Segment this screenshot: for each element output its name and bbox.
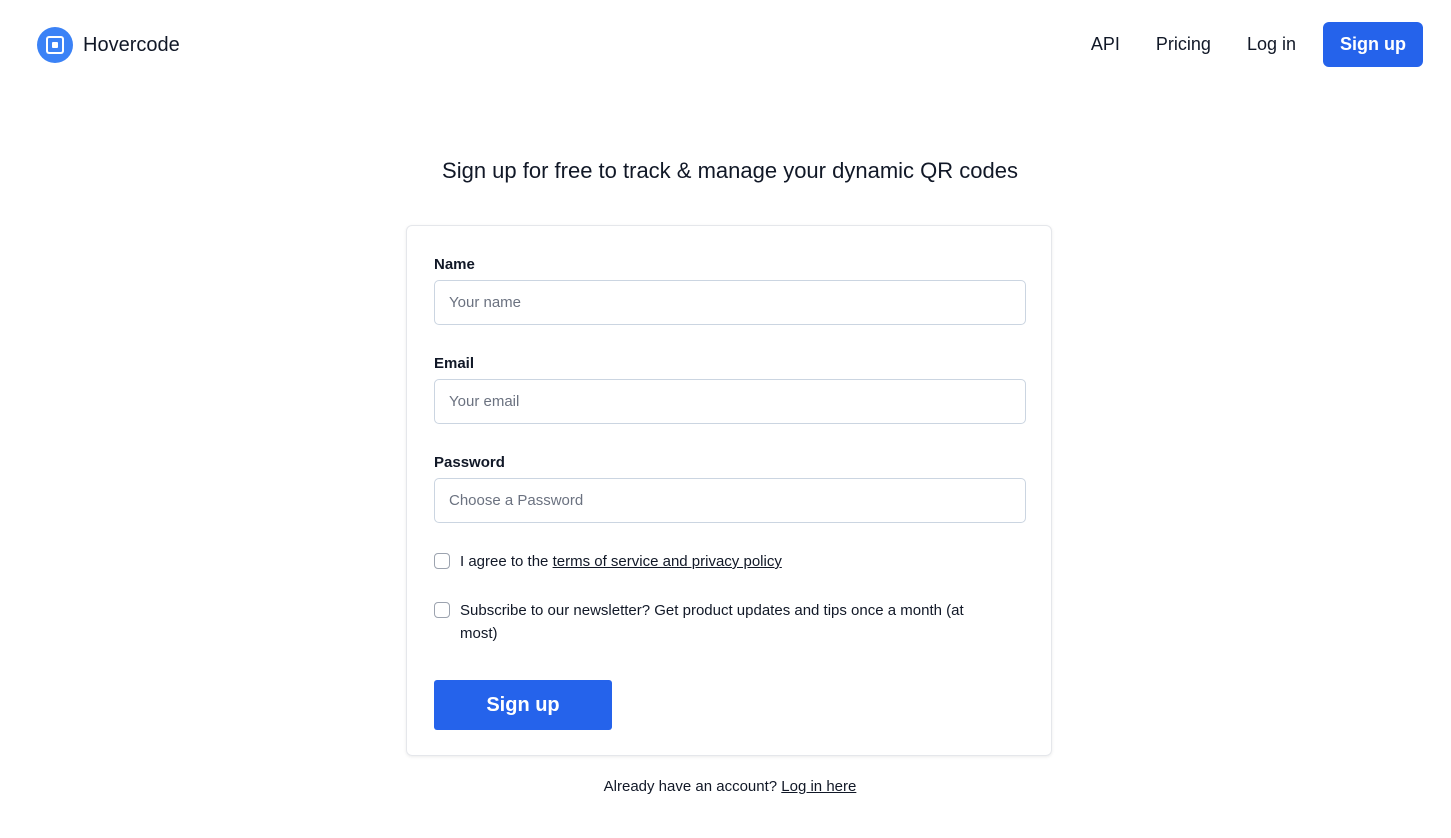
terms-row: I agree to the terms of service and priv…: [434, 550, 1004, 573]
email-input[interactable]: [434, 379, 1026, 424]
login-prompt-text: Already have an account?: [603, 778, 782, 795]
page-title: Sign up for free to track & manage your …: [442, 158, 1018, 183]
name-input[interactable]: [434, 280, 1026, 325]
brand-logo[interactable]: Hovercode: [37, 27, 180, 63]
terms-label: I agree to the terms of service and priv…: [460, 550, 782, 573]
password-label: Password: [434, 454, 505, 471]
qr-scan-icon: [37, 27, 73, 63]
terms-link[interactable]: terms of service and privacy policy: [553, 553, 782, 570]
nav-links: API Pricing Log in Sign up: [1091, 22, 1423, 67]
brand-name: Hovercode: [83, 33, 180, 56]
terms-checkbox[interactable]: [434, 553, 450, 569]
login-here-link[interactable]: Log in here: [781, 778, 856, 795]
newsletter-row: Subscribe to our newsletter? Get product…: [434, 599, 1004, 645]
top-nav: Hovercode API Pricing Log in Sign up: [0, 0, 1451, 88]
signup-submit-button[interactable]: Sign up: [434, 680, 612, 730]
login-prompt: Already have an account? Log in here: [0, 778, 1451, 795]
nav-signup-button[interactable]: Sign up: [1323, 22, 1423, 67]
signup-form: Name Email Password I agree to the terms…: [406, 225, 1052, 756]
name-label: Name: [434, 256, 475, 273]
nav-link-login[interactable]: Log in: [1247, 34, 1296, 55]
newsletter-checkbox[interactable]: [434, 602, 450, 618]
nav-link-pricing[interactable]: Pricing: [1156, 34, 1211, 55]
terms-prefix: I agree to the: [460, 553, 553, 570]
email-label: Email: [434, 355, 475, 372]
newsletter-label: Subscribe to our newsletter? Get product…: [460, 602, 964, 642]
nav-link-api[interactable]: API: [1091, 34, 1120, 55]
password-input[interactable]: [434, 478, 1026, 523]
